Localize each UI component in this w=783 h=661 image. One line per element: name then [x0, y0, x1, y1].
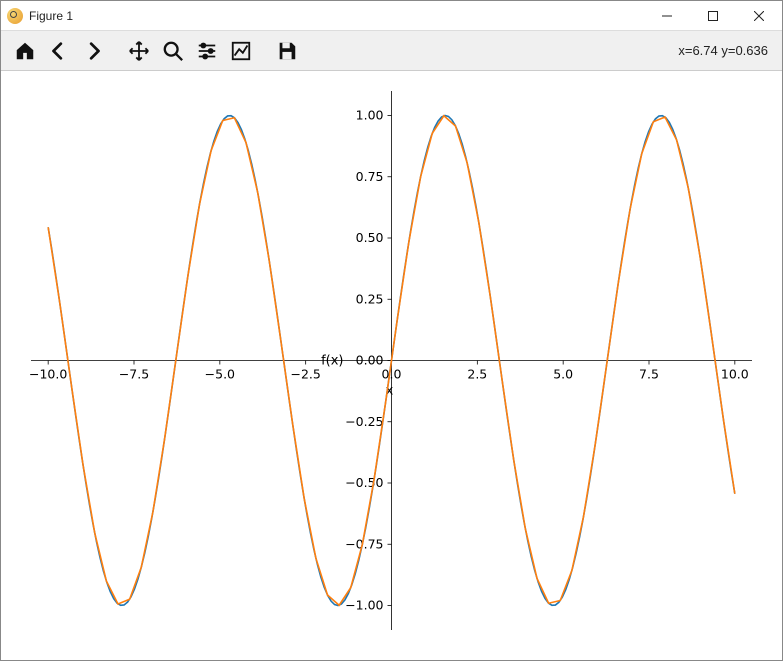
home-button[interactable] — [9, 35, 41, 67]
maximize-icon — [708, 11, 718, 21]
plot-area[interactable]: −10.0 −7.5 −5.0 −2.5 0.0 2.5 5.0 7.5 10.0 −1.00 −0… — [1, 71, 782, 660]
window-title: Figure 1 — [29, 9, 73, 23]
y-tick-label: 0.50 — [356, 230, 384, 245]
y-tick-label: 0.00 — [356, 353, 384, 368]
plot-canvas: −10.0 −7.5 −5.0 −2.5 0.0 2.5 5.0 7.5 10.0 −1.00 −0… — [1, 71, 782, 660]
edit-axes-button[interactable] — [225, 35, 257, 67]
coordinate-readout: x=6.74 y=0.636 — [678, 43, 774, 58]
x-tick-label: −2.5 — [290, 367, 320, 382]
maximize-button[interactable] — [690, 1, 736, 31]
app-icon — [7, 8, 23, 24]
x-tick-label: −7.5 — [119, 367, 149, 382]
x-tick-label: 5.0 — [553, 367, 573, 382]
zoom-icon — [162, 40, 184, 62]
y-tick-label: −0.25 — [345, 414, 383, 429]
x-tick-label: 0.0 — [382, 367, 402, 382]
y-axis-label: f(x) — [321, 354, 343, 369]
figure-window: Figure 1 — [0, 0, 783, 661]
y-tick-label: 1.00 — [356, 108, 384, 123]
close-button[interactable] — [736, 1, 782, 31]
sliders-icon — [196, 40, 218, 62]
back-button[interactable] — [43, 35, 75, 67]
minimize-icon — [662, 11, 672, 21]
save-icon — [276, 40, 298, 62]
x-tick-label: 7.5 — [639, 367, 659, 382]
chart-line-icon — [230, 40, 252, 62]
y-tick-label: −0.50 — [345, 475, 383, 490]
y-tick-label: 0.25 — [356, 291, 384, 306]
x-tick-label: −5.0 — [205, 367, 235, 382]
zoom-button[interactable] — [157, 35, 189, 67]
save-button[interactable] — [271, 35, 303, 67]
minimize-button[interactable] — [644, 1, 690, 31]
move-icon — [128, 40, 150, 62]
y-tick-label: −1.00 — [345, 598, 383, 613]
home-icon — [14, 40, 36, 62]
toolbar: x=6.74 y=0.636 — [1, 31, 782, 71]
pan-button[interactable] — [123, 35, 155, 67]
forward-button[interactable] — [77, 35, 109, 67]
arrow-right-icon — [82, 40, 104, 62]
configure-subplots-button[interactable] — [191, 35, 223, 67]
x-tick-label: 10.0 — [721, 367, 749, 382]
titlebar: Figure 1 — [1, 1, 782, 31]
close-icon — [754, 11, 764, 21]
x-tick-label: −10.0 — [29, 367, 67, 382]
arrow-left-icon — [48, 40, 70, 62]
y-tick-label: 0.75 — [356, 169, 384, 184]
x-tick-label: 2.5 — [467, 367, 487, 382]
